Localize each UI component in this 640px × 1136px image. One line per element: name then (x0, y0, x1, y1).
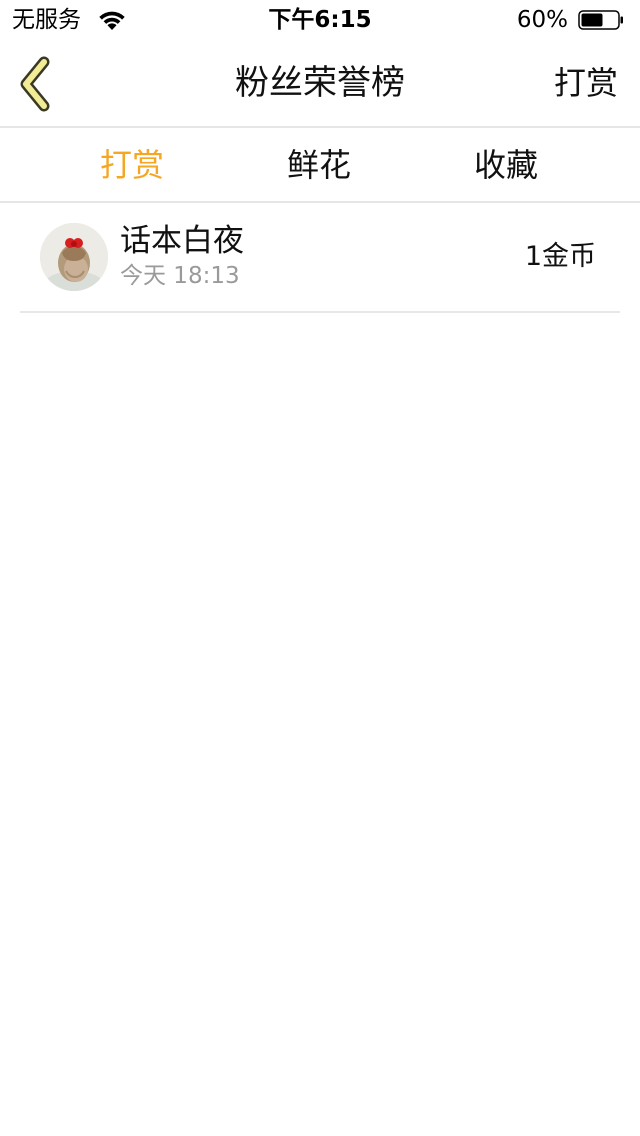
status-bar: 无服务 下午6:15 60% (0, 0, 640, 40)
user-name: 话本白夜 (120, 223, 244, 259)
battery-percent: 60% (516, 7, 568, 33)
page-title: 粉丝荣誉榜 (235, 63, 405, 103)
tab-reward[interactable]: 打赏 (72, 144, 192, 186)
tab-bar: 打赏 鲜花 收藏 (0, 128, 640, 200)
nav-bar: 粉丝荣誉榜 打赏 (0, 40, 640, 126)
battery-icon (578, 10, 623, 30)
list-divider (20, 311, 620, 313)
avatar-image (40, 223, 108, 291)
tab-flowers[interactable]: 鲜花 (259, 144, 379, 186)
tab-favorites[interactable]: 收藏 (446, 144, 566, 186)
reward-time: 今天 18:13 (120, 263, 240, 289)
fans-honor-screen: 无服务 下午6:15 60% 粉丝荣誉榜 打赏 打赏 鲜花 收藏 话本白夜 今天… (0, 0, 640, 1136)
reward-button[interactable]: 打赏 (554, 60, 618, 106)
list-item[interactable]: 话本白夜 今天 18:13 1金币 (20, 203, 620, 311)
reward-amount: 1金币 (524, 241, 596, 272)
avatar (40, 223, 108, 291)
